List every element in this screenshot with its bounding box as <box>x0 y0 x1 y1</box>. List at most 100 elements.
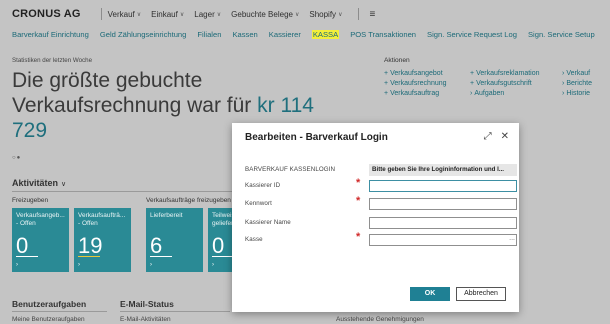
action-verkaufsrechnung[interactable]: + Verkaufsrechnung <box>384 80 470 87</box>
chevron-right-icon: › <box>16 261 18 268</box>
action-label: Aufgaben <box>474 90 505 97</box>
tile-label: Verkaufsaufträ... - Offen <box>78 212 126 227</box>
lookup-ellipsis-icon[interactable]: ... <box>509 235 515 242</box>
top-nav-menu: Verkauf ∨ Einkauf ∨ Lager ∨ Gebuchte Belege… <box>95 8 375 20</box>
action-label: Verkaufsgutschrift <box>476 80 532 87</box>
statistics-caption: Statistiken der letzten Woche <box>12 57 93 64</box>
chevron-down-icon: ∨ <box>61 181 67 188</box>
action-label: Verkaufsreklamation <box>476 70 540 77</box>
sub-navigation: Barverkauf Einrichtung Geld Zählungseinr… <box>12 30 606 39</box>
nav-shopify-label: Shopify <box>309 9 337 19</box>
subnav-sign-service-request-log[interactable]: Sign. Service Request Log <box>427 30 517 39</box>
link-meine-benutzeraufgaben[interactable]: Meine Benutzeraufgaben <box>12 316 85 323</box>
chevron-right-icon: › <box>562 90 565 97</box>
action-label: Historie <box>566 90 591 97</box>
action-label: Verkaufsangebot <box>390 70 443 77</box>
ok-button[interactable]: OK <box>410 287 450 301</box>
tile-verkaufsangebote-offen[interactable]: Verkaufsangeb... - Offen 0 › <box>12 208 69 272</box>
kassenlogin-info: Bitte geben Sie Ihre Logininformation un… <box>369 164 517 176</box>
action-verkauf[interactable]: › Verkauf <box>562 70 610 77</box>
action-label: Berichte <box>566 80 593 87</box>
activities-header[interactable]: Aktivitäten ∨ <box>12 178 66 188</box>
field-row-kassenlogin: BARVERKAUF KASSENLOGIN Bitte geben Sie I… <box>245 164 517 176</box>
nav-lager-label: Lager <box>194 9 215 19</box>
field-label: Kasse <box>245 236 263 243</box>
group-label-freizugeben: Freizugeben <box>12 197 49 204</box>
carousel-dots[interactable]: ○● <box>12 155 21 161</box>
subnav-filialen[interactable]: Filialen <box>197 30 221 39</box>
subnav-barverkauf-einrichtung[interactable]: Barverkauf Einrichtung <box>12 30 89 39</box>
dialog-title: Bearbeiten - Barverkauf Login <box>245 132 388 143</box>
tile-value: 0 <box>212 233 225 258</box>
subnav-kassa[interactable]: KASSA <box>311 30 340 39</box>
action-verkaufsgutschrift[interactable]: + Verkaufsgutschrift <box>470 80 562 87</box>
tile-value: 0 <box>16 233 29 258</box>
action-historie[interactable]: › Historie <box>562 90 610 97</box>
nav-divider <box>100 8 102 20</box>
subnav-kassen[interactable]: Kassen <box>232 30 257 39</box>
action-verkaufsauftrag[interactable]: + Verkaufsauftrag <box>384 90 470 97</box>
headline-text: Die größte gebuchte Verkaufsrechnung war… <box>12 69 258 117</box>
link-ausstehende-genehmigungen[interactable]: Ausstehende Genehmigungen <box>336 316 424 323</box>
tile-indicator-bar <box>78 256 100 257</box>
actions-grid: + Verkaufsangebot + Verkaufsreklamation › V… <box>384 70 610 97</box>
divider <box>12 311 107 312</box>
tile-lieferbereit[interactable]: Lieferbereit 6 › <box>146 208 203 272</box>
field-row-kasse: Kasse * ... <box>245 231 517 246</box>
dialog-controls: ⤢ ✕ <box>484 131 509 142</box>
chevron-down-icon: ∨ <box>338 11 343 18</box>
chevron-right-icon: › <box>562 70 565 77</box>
close-icon[interactable]: ✕ <box>501 131 509 142</box>
field-label: Kassierer Name <box>245 219 291 226</box>
chevron-right-icon: › <box>78 261 80 268</box>
required-marker: * <box>356 195 361 207</box>
action-aufgaben[interactable]: › Aufgaben <box>470 90 562 97</box>
chevron-down-icon: ∨ <box>136 11 142 18</box>
activities-title: Aktivitäten <box>12 178 59 188</box>
subnav-sign-service-setup[interactable]: Sign. Service Setup <box>528 30 595 39</box>
nav-gebuchte-belege[interactable]: Gebuchte Belege ∨ <box>231 10 299 19</box>
expand-icon[interactable]: ⤢ <box>484 131 492 142</box>
nav-lager[interactable]: Lager ∨ <box>194 10 221 19</box>
kassierer-id-input[interactable] <box>369 180 517 192</box>
link-email-aktivitaeten[interactable]: E-Mail-Aktivitäten <box>120 316 171 323</box>
nav-verkauf-label: Verkauf <box>107 9 135 19</box>
subnav-geld-zaehlungseinrichtung[interactable]: Geld Zählungseinrichtung <box>100 30 187 39</box>
chevron-right-icon: › <box>150 261 152 268</box>
top-navigation-bar: CRONUS AG Verkauf ∨ Einkauf ∨ Lager ∨ Gebuc… <box>0 0 610 28</box>
tile-indicator-bar <box>150 256 172 257</box>
required-marker: * <box>356 177 361 189</box>
nav-verkauf[interactable]: Verkauf ∨ <box>108 10 142 19</box>
section-title-email-status: E-Mail-Status <box>120 299 174 309</box>
action-label: Verkauf <box>566 70 591 77</box>
kennwort-input[interactable] <box>369 198 517 210</box>
kassierer-name-input[interactable] <box>369 217 517 229</box>
tile-value: 19 <box>78 233 103 258</box>
plus-icon: + <box>470 80 475 87</box>
chevron-down-icon: ∨ <box>216 11 222 18</box>
nav-shopify[interactable]: Shopify ∨ <box>309 10 342 19</box>
company-name[interactable]: CRONUS AG <box>12 8 81 20</box>
kasse-input[interactable] <box>369 234 517 246</box>
field-row-kassierer-id: Kassierer ID * <box>245 177 517 192</box>
section-title-benutzeraufgaben: Benutzeraufgaben <box>12 299 87 309</box>
login-dialog: Bearbeiten - Barverkauf Login ⤢ ✕ BARVER… <box>232 123 519 312</box>
action-verkaufsangebot[interactable]: + Verkaufsangebot <box>384 70 470 77</box>
chevron-right-icon: › <box>470 90 473 97</box>
hamburger-icon[interactable]: ≡ <box>369 9 375 20</box>
tile-label: Lieferbereit <box>150 212 183 219</box>
tile-indicator-bar <box>212 256 234 257</box>
tile-verkaufsauftraege-offen[interactable]: Verkaufsaufträ... - Offen 19 › <box>74 208 131 272</box>
nav-einkauf[interactable]: Einkauf ∨ <box>151 10 184 19</box>
nav-einkauf-label: Einkauf <box>151 9 178 19</box>
action-label: Verkaufsrechnung <box>390 80 447 87</box>
cancel-button[interactable]: Abbrechen <box>456 287 506 301</box>
action-verkaufsreklamation[interactable]: + Verkaufsreklamation <box>470 70 562 77</box>
action-label: Verkaufsauftrag <box>390 90 440 97</box>
group-label-verkaufsauftraege: Verkaufsaufträge freizugeben <box>146 197 231 204</box>
subnav-pos-transaktionen[interactable]: POS Transaktionen <box>350 30 416 39</box>
subnav-kassierer[interactable]: Kassierer <box>269 30 301 39</box>
plus-icon: + <box>470 70 475 77</box>
action-berichte[interactable]: › Berichte <box>562 80 610 87</box>
field-row-kennwort: Kennwort * <box>245 195 517 210</box>
